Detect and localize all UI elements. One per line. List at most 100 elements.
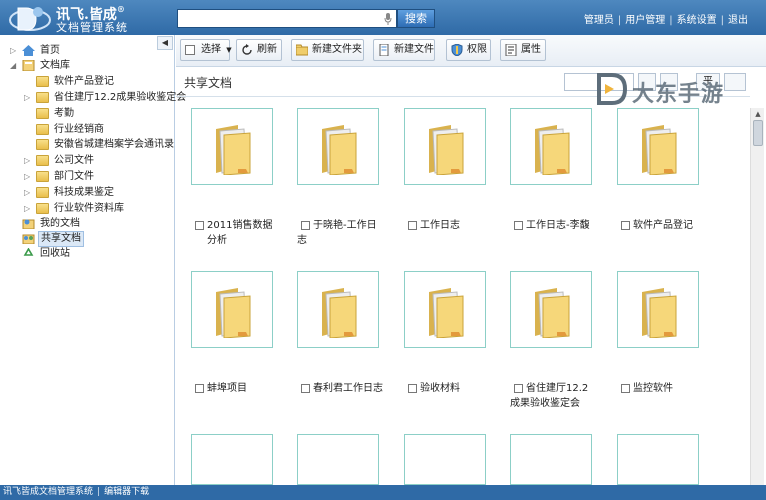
folder-icon — [36, 203, 49, 214]
item-label: 监控软件 — [633, 383, 673, 394]
status-bar: 讯飞皆成文档管理系统 | 编辑器下载 — [0, 485, 766, 500]
search-input[interactable] — [177, 9, 397, 28]
select-button[interactable]: 选择 ▼ — [180, 39, 232, 61]
item-label: 春利君工作日志 — [313, 383, 383, 394]
collapse-sidebar-button[interactable]: ◀ — [157, 36, 173, 50]
folder-thumbnail[interactable] — [510, 271, 592, 348]
folder-thumbnail[interactable] — [510, 108, 592, 185]
shared-documents-icon — [22, 234, 35, 244]
collapse-arrow-icon[interactable]: ◢ — [10, 58, 18, 74]
item-checkbox[interactable] — [301, 384, 310, 393]
folder-item[interactable]: 春利君工作日志 — [289, 271, 389, 421]
folder-icon — [642, 288, 677, 338]
registered-mark: ® — [116, 4, 125, 14]
folder-thumbnail[interactable] — [191, 271, 273, 348]
home-icon — [22, 45, 35, 56]
status-app-name: 讯飞皆成文档管理系统 — [3, 487, 94, 497]
expand-arrow-icon[interactable]: ▷ — [24, 185, 32, 201]
logo-mark-icon — [9, 7, 51, 31]
folder-thumbnail[interactable] — [404, 271, 486, 348]
nav-user-management[interactable]: 用户管理 — [625, 15, 665, 26]
chevron-down-icon: ▼ — [226, 46, 232, 54]
sidebar-item-label: 文档库 — [40, 60, 70, 71]
new-folder-icon — [296, 44, 308, 56]
nav-separator: | — [617, 15, 622, 26]
folder-icon — [429, 125, 464, 175]
scroll-up-icon[interactable]: ▲ — [751, 108, 765, 120]
app-logo: 讯飞.皆成® 文档管理系统 — [8, 2, 138, 34]
expand-arrow-icon[interactable]: ▷ — [10, 43, 18, 59]
item-checkbox[interactable] — [408, 221, 417, 230]
microphone-icon[interactable] — [384, 13, 392, 25]
folder-thumbnail[interactable] — [617, 271, 699, 348]
folder-item[interactable]: 蚌埠项目 — [183, 271, 283, 421]
folder-item[interactable]: 验收材料 — [396, 271, 496, 421]
folder-thumbnail[interactable] — [617, 108, 699, 185]
refresh-button[interactable]: 刷新 — [236, 39, 282, 61]
item-checkbox[interactable] — [514, 221, 523, 230]
refresh-icon — [242, 44, 252, 55]
permissions-button[interactable]: 权限 — [446, 39, 491, 61]
folder-item[interactable]: 工作日志-李馥 — [502, 108, 602, 258]
expand-arrow-icon[interactable]: ▷ — [24, 169, 32, 185]
folder-icon — [36, 108, 49, 119]
expand-arrow-icon[interactable]: ▷ — [24, 90, 32, 106]
folder-item[interactable]: 监控软件 — [609, 271, 709, 421]
folder-thumbnail[interactable] — [297, 271, 379, 348]
folder-thumbnail[interactable] — [191, 108, 273, 185]
file-thumbnail[interactable] — [191, 434, 273, 485]
folder-thumbnail[interactable] — [404, 108, 486, 185]
new-file-button[interactable]: 新建文件 — [373, 39, 435, 61]
folder-icon — [216, 288, 251, 338]
folder-item[interactable]: 于晓艳-工作日志 — [289, 108, 389, 258]
item-label: 2011销售数据分析 — [207, 220, 273, 246]
new-folder-label: 新建文件夹 — [312, 44, 362, 55]
folder-item[interactable]: 2011销售数据分析 — [183, 108, 283, 258]
expand-arrow-icon[interactable]: ▷ — [24, 201, 32, 217]
item-label: 验收材料 — [420, 383, 460, 394]
folder-icon — [36, 76, 49, 87]
nav-separator: | — [720, 15, 724, 26]
header-bar: 讯飞.皆成® 文档管理系统 搜索 管理员 | 用户管理 | 系统设置 | 退出 — [0, 0, 766, 35]
search-button[interactable]: 搜索 — [397, 9, 435, 28]
checkbox-icon — [185, 45, 195, 55]
file-thumbnail[interactable] — [617, 434, 699, 485]
sidebar-item-label: 软件产品登记 — [54, 76, 114, 87]
sidebar-item-label: 首页 — [40, 45, 60, 56]
item-checkbox[interactable] — [195, 384, 204, 393]
folder-item[interactable]: 工作日志 — [396, 108, 496, 258]
recycle-bin-icon — [23, 248, 34, 256]
sidebar-item-label: 回收站 — [40, 248, 70, 259]
logo-subtitle: 文档管理系统 — [56, 21, 128, 34]
item-checkbox[interactable] — [195, 221, 204, 230]
properties-button[interactable]: 属性 — [500, 39, 546, 61]
file-thumbnail[interactable] — [510, 434, 592, 485]
properties-icon — [505, 44, 517, 56]
item-label: 于晓艳-工作日志 — [297, 220, 377, 246]
item-checkbox[interactable] — [621, 221, 630, 230]
new-folder-button[interactable]: 新建文件夹 — [291, 39, 364, 61]
nav-system-settings[interactable]: 系统设置 — [677, 15, 717, 26]
folder-icon — [535, 125, 570, 175]
expand-arrow-icon[interactable]: ▷ — [24, 153, 32, 169]
library-icon — [22, 60, 35, 71]
folder-icon — [216, 125, 251, 175]
vertical-scrollbar[interactable]: ▲ — [750, 108, 764, 485]
item-checkbox[interactable] — [621, 384, 630, 393]
sidebar-item-label: 科技成果鉴定 — [54, 187, 114, 198]
folder-icon — [642, 125, 677, 175]
sidebar-item-label: 行业经销商 — [54, 124, 104, 135]
nav-admin[interactable]: 管理员 — [584, 15, 614, 26]
folder-item[interactable]: 软件产品登记 — [609, 108, 709, 258]
folder-thumbnail[interactable] — [297, 108, 379, 185]
folder-item[interactable]: 省住建厅12.2成果验收鉴定会 — [502, 271, 602, 421]
folder-icon — [36, 155, 49, 166]
scroll-thumb[interactable] — [753, 120, 763, 146]
sidebar-item-label: 我的文档 — [40, 218, 80, 229]
file-thumbnail[interactable] — [297, 434, 379, 485]
file-thumbnail[interactable] — [404, 434, 486, 485]
nav-logout[interactable]: 退出 — [728, 15, 748, 26]
item-checkbox[interactable] — [408, 384, 417, 393]
editor-download-link[interactable]: 编辑器下载 — [104, 487, 149, 497]
new-file-label: 新建文件 — [394, 44, 434, 55]
